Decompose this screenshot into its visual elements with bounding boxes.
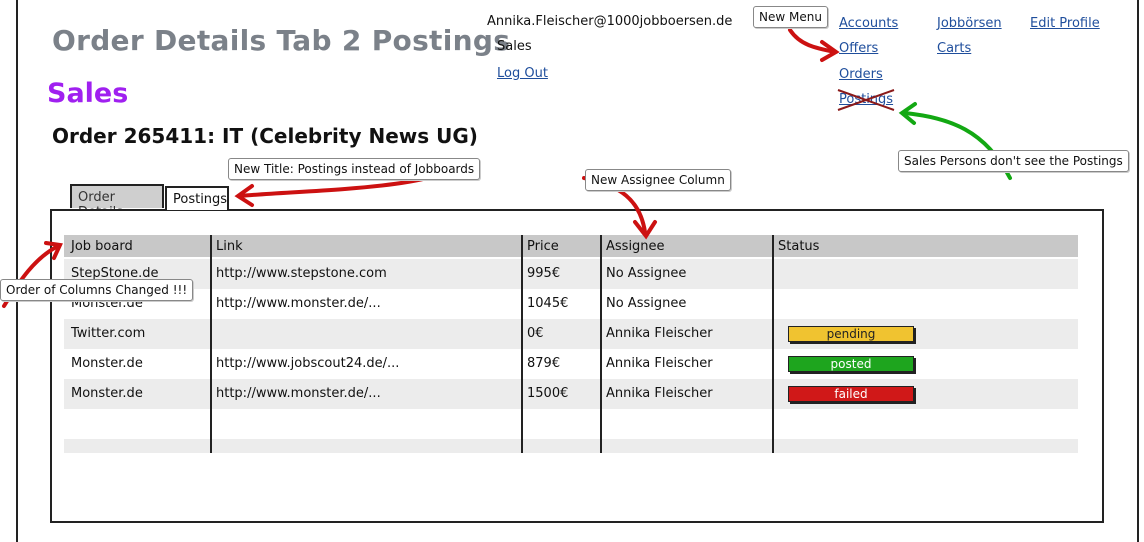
cell-assignee[interactable]: Annika Fleischer bbox=[606, 386, 713, 401]
table-row-empty bbox=[64, 409, 1078, 439]
frame-right-border bbox=[1137, 0, 1139, 542]
note-new-menu: New Menu bbox=[753, 6, 828, 28]
nav-offers[interactable]: Offers bbox=[839, 41, 878, 56]
table-header: Job board Link Price Assignee Status bbox=[64, 235, 1078, 257]
cell-price: 1045€ bbox=[527, 296, 569, 311]
note-order-columns: Order of Columns Changed !!! bbox=[0, 279, 194, 301]
user-role: Sales bbox=[497, 39, 532, 54]
cell-assignee[interactable]: No Assignee bbox=[606, 296, 686, 311]
column-separator bbox=[772, 235, 774, 453]
cell-price: 995€ bbox=[527, 266, 561, 281]
nav-carts[interactable]: Carts bbox=[937, 41, 971, 56]
strikethrough-cross-icon bbox=[837, 89, 895, 111]
cell-link[interactable]: http://www.jobscout24.de/... bbox=[216, 356, 399, 371]
arrow-sales-persons-head-icon bbox=[898, 102, 917, 125]
arrow-new-menu-head-icon bbox=[820, 40, 840, 62]
arrow-new-menu-icon bbox=[788, 28, 837, 54]
frame-left-border bbox=[16, 0, 18, 542]
column-header-status[interactable]: Status bbox=[778, 239, 819, 254]
tab-postings[interactable]: Postings bbox=[165, 186, 229, 210]
table-row[interactable]: Monster.de http://www.jobscout24.de/... … bbox=[64, 349, 1078, 379]
nav-edit-profile[interactable]: Edit Profile bbox=[1030, 16, 1100, 31]
table-row[interactable]: Twitter.com 0€ Annika Fleischer pending bbox=[64, 319, 1078, 349]
section-title: Sales bbox=[47, 78, 129, 109]
status-badge-pending[interactable]: pending bbox=[788, 326, 914, 342]
cell-job-board: Monster.de bbox=[71, 356, 143, 371]
column-separator bbox=[521, 235, 523, 453]
cell-assignee[interactable]: Annika Fleischer bbox=[606, 356, 713, 371]
cell-price: 0€ bbox=[527, 326, 544, 341]
page-title: Order Details Tab 2 Postings bbox=[52, 24, 511, 57]
cell-link[interactable]: http://www.stepstone.com bbox=[216, 266, 387, 281]
table-row[interactable]: StepStone.de http://www.stepstone.com 99… bbox=[64, 259, 1078, 289]
column-header-job-board[interactable]: Job board bbox=[71, 239, 133, 254]
cell-job-board: Twitter.com bbox=[71, 326, 146, 341]
status-badge-failed[interactable]: failed bbox=[788, 386, 914, 402]
cell-link[interactable]: http://www.monster.de/... bbox=[216, 296, 381, 311]
column-header-assignee[interactable]: Assignee bbox=[606, 239, 665, 254]
nav-accounts[interactable]: Accounts bbox=[839, 16, 898, 31]
status-badge-posted[interactable]: posted bbox=[788, 356, 914, 372]
nav-orders[interactable]: Orders bbox=[839, 67, 883, 82]
postings-table: Job board Link Price Assignee Status Ste… bbox=[64, 235, 1078, 453]
cell-price: 1500€ bbox=[527, 386, 569, 401]
cell-price: 879€ bbox=[527, 356, 561, 371]
column-header-price[interactable]: Price bbox=[527, 239, 559, 254]
arrow-new-title-head-icon bbox=[234, 184, 254, 207]
table-row[interactable]: Monster.de http://www.monster.de/... 104… bbox=[64, 289, 1078, 319]
nav-jobboersen[interactable]: Jobbörsen bbox=[937, 16, 1002, 31]
note-sales-persons: Sales Persons don't see the Postings bbox=[898, 150, 1129, 172]
cell-link[interactable]: http://www.monster.de/... bbox=[216, 386, 381, 401]
note-new-assignee: New Assignee Column bbox=[585, 169, 731, 191]
note-new-title: New Title: Postings instead of Jobboards bbox=[228, 158, 481, 180]
logout-link[interactable]: Log Out bbox=[497, 66, 548, 81]
user-email: Annika.Fleischer@1000jobboersen.de bbox=[487, 14, 733, 29]
cell-assignee[interactable]: No Assignee bbox=[606, 266, 686, 281]
order-heading: Order 265411: IT (Celebrity News UG) bbox=[52, 124, 478, 148]
cell-job-board: Monster.de bbox=[71, 386, 143, 401]
column-header-link[interactable]: Link bbox=[216, 239, 243, 254]
table-row[interactable]: Monster.de http://www.monster.de/... 150… bbox=[64, 379, 1078, 409]
tab-order-details[interactable]: Order Details bbox=[70, 184, 164, 220]
column-separator bbox=[210, 235, 212, 453]
column-separator bbox=[600, 235, 602, 453]
table-row-empty bbox=[64, 439, 1078, 453]
cell-assignee[interactable]: Annika Fleischer bbox=[606, 326, 713, 341]
